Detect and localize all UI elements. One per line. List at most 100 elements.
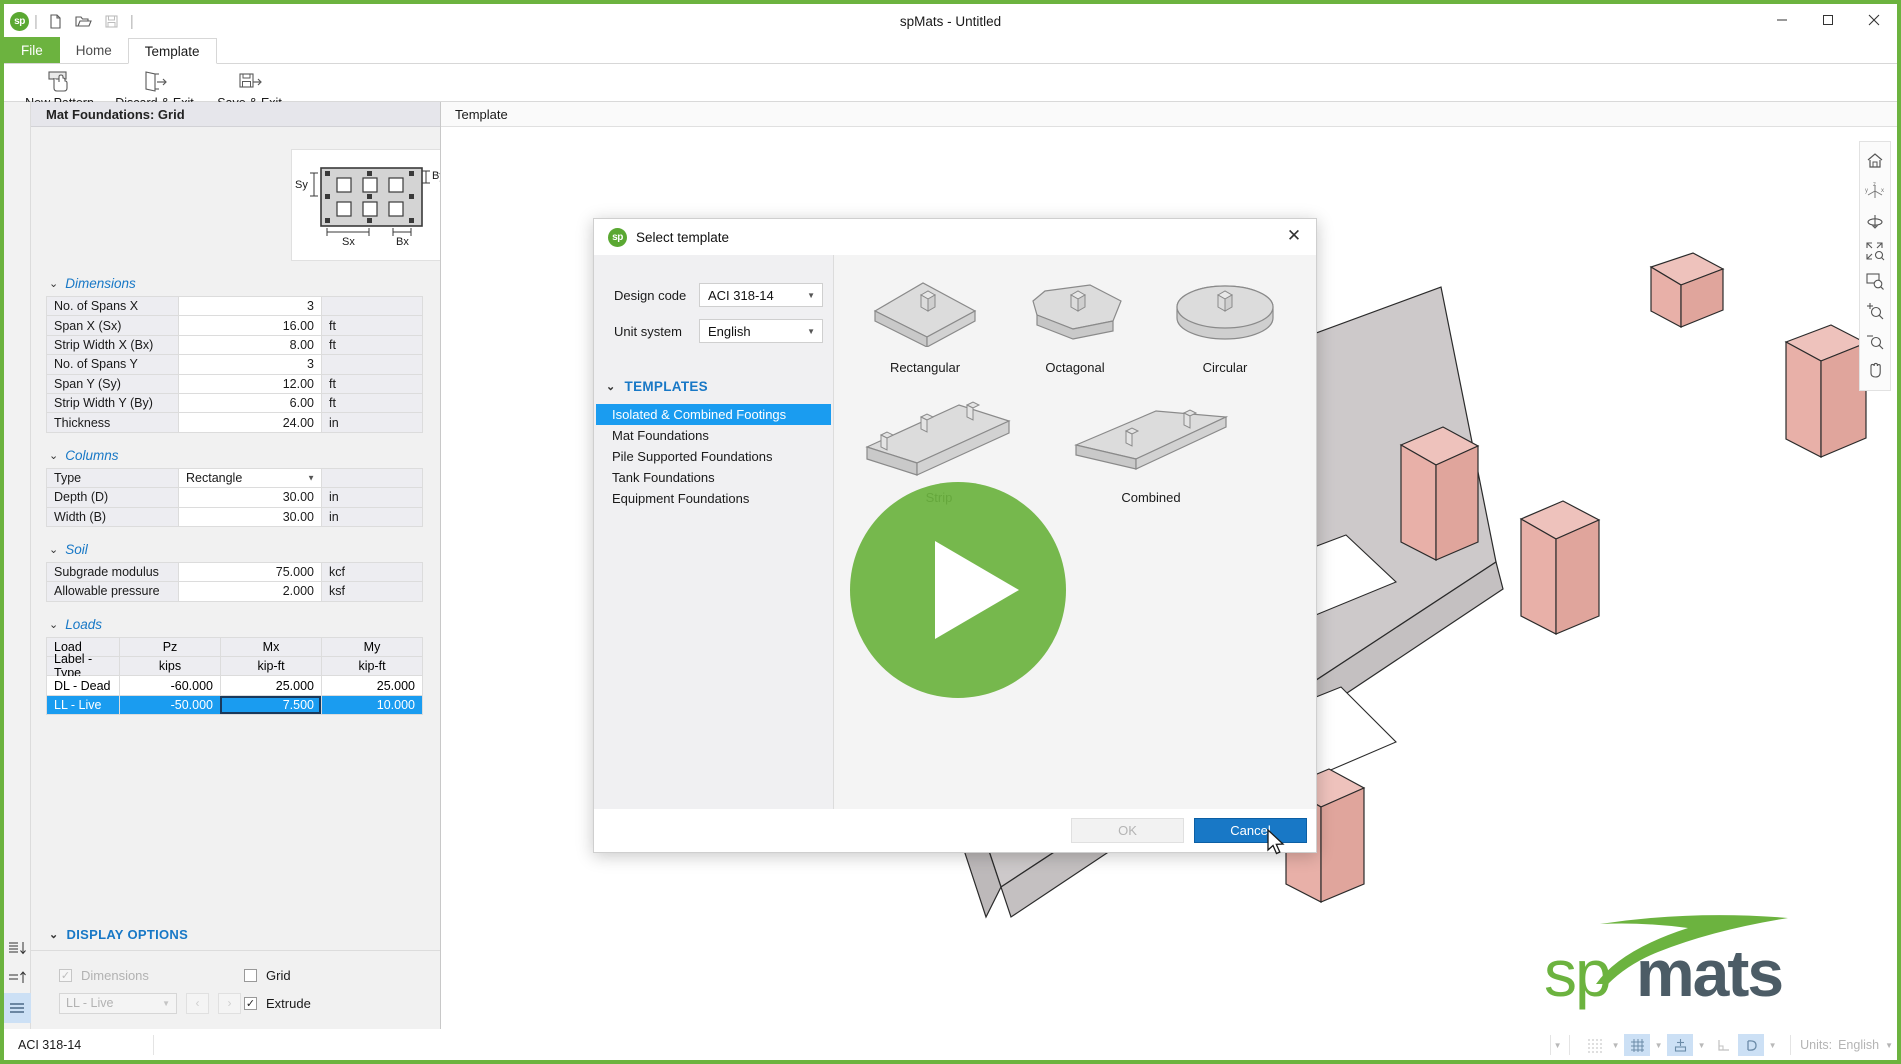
section-loads-header[interactable]: ⌄ Loads xyxy=(31,612,440,637)
zoom-fit-icon[interactable] xyxy=(1860,236,1890,266)
section-dimensions-header[interactable]: ⌄ Dimensions xyxy=(31,271,440,296)
pan-hand-icon[interactable] xyxy=(1860,356,1890,386)
load-mx[interactable]: 7.500 xyxy=(220,695,321,715)
unit-header: kips xyxy=(119,657,220,676)
load-my[interactable]: 25.000 xyxy=(321,676,422,695)
table-row[interactable]: Span Y (Sy) 12.00 ft xyxy=(47,374,422,394)
zoom-out-icon[interactable] xyxy=(1860,326,1890,356)
chevron-down-icon[interactable]: ▼ xyxy=(1766,1034,1779,1056)
grid-icon[interactable] xyxy=(1624,1034,1651,1056)
tab-home[interactable]: Home xyxy=(60,37,128,63)
status-message-area xyxy=(154,1035,1552,1055)
template-item-isolated-combined-footings[interactable]: Isolated & Combined Footings xyxy=(596,404,831,425)
load-case-value: LL - Live xyxy=(66,996,114,1010)
close-icon[interactable]: ✕ xyxy=(1272,219,1316,253)
thumbnail-rectangular[interactable]: Rectangular xyxy=(850,273,1000,375)
chevron-down-icon[interactable]: ▼ xyxy=(1885,1041,1893,1050)
chevron-down-icon: ⌄ xyxy=(49,278,59,290)
table-row[interactable]: Strip Width X (Bx) 8.00 ft xyxy=(47,335,422,356)
dot-grid-icon[interactable] xyxy=(1581,1034,1607,1056)
row-value[interactable]: 75.000 xyxy=(178,562,321,582)
load-label[interactable]: DL - Dead xyxy=(47,676,119,695)
row-value[interactable]: 6.00 xyxy=(178,393,321,413)
play-button-icon[interactable] xyxy=(847,479,1069,701)
table-row[interactable]: Width (B) 30.00 in xyxy=(47,507,422,527)
new-file-icon[interactable] xyxy=(43,8,69,34)
chevron-down-icon[interactable]: ▼ xyxy=(1695,1034,1708,1056)
row-unit xyxy=(321,468,422,488)
list-view-icon[interactable] xyxy=(3,993,31,1023)
polar-icon[interactable] xyxy=(1738,1034,1765,1056)
rotate-view-icon[interactable] xyxy=(1860,206,1890,236)
row-unit: ft xyxy=(321,335,422,355)
template-item-equipment-foundations[interactable]: Equipment Foundations xyxy=(596,488,831,509)
cancel-button[interactable]: Cancel xyxy=(1194,818,1307,843)
table-row[interactable]: Subgrade modulus 75.000 kcf xyxy=(47,562,422,583)
row-value[interactable]: 2.000 xyxy=(178,582,321,601)
view-tab-template[interactable]: Template xyxy=(441,102,522,127)
load-my[interactable]: 10.000 xyxy=(321,695,422,715)
home-view-icon[interactable] xyxy=(1860,146,1890,176)
section-columns-header[interactable]: ⌄ Columns xyxy=(31,443,440,468)
table-row[interactable]: Allowable pressure 2.000 ksf xyxy=(47,582,422,602)
close-icon[interactable] xyxy=(1851,4,1897,36)
template-item-tank-foundations[interactable]: Tank Foundations xyxy=(596,467,831,488)
load-pz[interactable]: -60.000 xyxy=(119,676,220,695)
table-row[interactable]: Type Rectangle ▼ xyxy=(47,468,422,489)
load-case-select: LL - Live ▼ xyxy=(59,992,177,1014)
zoom-in-icon[interactable] xyxy=(1860,296,1890,326)
extrude-option-row[interactable]: ✓ Extrude xyxy=(244,989,311,1017)
table-row[interactable]: DL - Dead -60.000 25.000 25.000 xyxy=(47,676,422,696)
chevron-down-icon[interactable]: ▼ xyxy=(1652,1034,1665,1056)
thumbnail-circular[interactable]: Circular xyxy=(1150,273,1300,375)
table-row[interactable]: Strip Width Y (By) 6.00 ft xyxy=(47,393,422,414)
load-mx[interactable]: 25.000 xyxy=(220,676,321,695)
tab-file[interactable]: File xyxy=(4,37,60,63)
row-value[interactable]: 24.00 xyxy=(178,413,321,432)
axis-orientation-icon[interactable]: zy x xyxy=(1860,176,1890,206)
table-row[interactable]: Span X (Sx) 16.00 ft xyxy=(47,316,422,336)
unit-system-select[interactable]: English ▼ xyxy=(699,319,823,343)
design-code-select[interactable]: ACI 318-14 ▼ xyxy=(699,283,823,307)
zoom-window-icon[interactable] xyxy=(1860,266,1890,296)
table-row[interactable]: No. of Spans X 3 xyxy=(47,297,422,317)
grid-checkbox[interactable] xyxy=(244,968,257,982)
template-item-mat-foundations[interactable]: Mat Foundations xyxy=(596,425,831,446)
templates-header[interactable]: ⌄ TEMPLATES xyxy=(594,349,833,404)
minimize-icon[interactable] xyxy=(1759,4,1805,36)
table-row[interactable]: Thickness 24.00 in xyxy=(47,413,422,433)
display-options-header[interactable]: ⌄ DISPLAY OPTIONS xyxy=(31,919,440,951)
grid-option-row[interactable]: Grid xyxy=(244,961,311,989)
save-icon[interactable] xyxy=(99,8,125,34)
ortho-icon[interactable] xyxy=(1710,1034,1736,1056)
dialog-title-bar: sp Select template ✕ xyxy=(594,219,1316,255)
table-row[interactable]: No. of Spans Y 3 xyxy=(47,355,422,375)
load-pz[interactable]: -50.000 xyxy=(119,695,220,715)
column-type-select[interactable]: Rectangle ▼ xyxy=(178,468,321,488)
open-folder-icon[interactable] xyxy=(71,8,97,34)
row-value[interactable]: 8.00 xyxy=(178,335,321,355)
thumbnail-octagonal[interactable]: Octagonal xyxy=(1000,273,1150,375)
chevron-down-icon[interactable]: ▼ xyxy=(1609,1034,1622,1056)
row-value[interactable]: 30.00 xyxy=(178,507,321,526)
tab-template[interactable]: Template xyxy=(127,38,217,64)
sort-ascending-icon[interactable] xyxy=(4,963,31,993)
status-units[interactable]: Units: English ▼ xyxy=(1796,1038,1897,1052)
chevron-down-icon[interactable]: ▼ xyxy=(1551,1034,1564,1056)
snap-icon[interactable] xyxy=(1667,1034,1694,1056)
row-value[interactable]: 12.00 xyxy=(178,374,321,393)
row-value[interactable]: 3 xyxy=(178,355,321,374)
sort-descending-icon[interactable] xyxy=(4,933,31,963)
row-value[interactable]: 30.00 xyxy=(178,488,321,507)
template-item-pile-supported-foundations[interactable]: Pile Supported Foundations xyxy=(596,446,831,467)
dialog-left-pane: Design code ACI 318-14 ▼ Unit system Eng… xyxy=(594,255,834,809)
row-value[interactable]: 3 xyxy=(178,297,321,316)
table-row[interactable]: Depth (D) 30.00 in xyxy=(47,488,422,508)
table-row[interactable]: LL - Live -50.000 7.500 10.000 xyxy=(47,695,422,716)
load-label[interactable]: LL - Live xyxy=(47,695,119,715)
thumbnail-combined[interactable]: Combined xyxy=(1074,397,1229,505)
section-soil-header[interactable]: ⌄ Soil xyxy=(31,537,440,562)
extrude-checkbox[interactable]: ✓ xyxy=(244,996,257,1010)
maximize-icon[interactable] xyxy=(1805,4,1851,36)
row-value[interactable]: 16.00 xyxy=(178,316,321,335)
